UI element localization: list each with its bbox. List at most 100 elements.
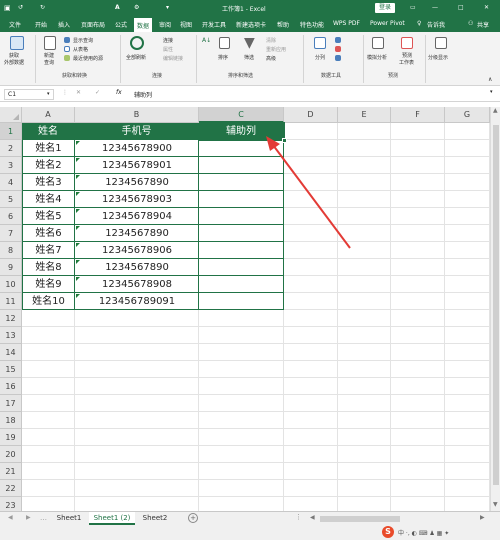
status-bar: S 中 ·, ◐ ⌨ ♟ ▦ ✦: [0, 525, 500, 540]
title-bar: ▣ ↺ ↻ A ⚙ ▾ 工作簿1 - Excel 登录 ▭ — □ ✕: [0, 0, 500, 17]
formula-input[interactable]: 辅助列: [130, 89, 488, 100]
tab-review[interactable]: 审阅: [159, 20, 171, 29]
new-query-label1: 新建: [44, 53, 55, 59]
arrow-head: [266, 136, 280, 151]
clear-filter-item[interactable]: 清除: [266, 37, 276, 44]
flash-fill-icon[interactable]: [335, 37, 341, 43]
outline-label: 分级显示: [428, 55, 449, 61]
external-data-label: 外部数据: [4, 60, 25, 66]
data-validation-icon[interactable]: [335, 55, 341, 61]
edit-links-item[interactable]: 编辑链接: [163, 55, 183, 62]
what-if-label: 模拟分析: [367, 55, 388, 61]
annotation-arrow: [266, 136, 351, 249]
enter-icon[interactable]: ✓: [95, 89, 100, 96]
table-icon: [64, 46, 70, 52]
undo-icon[interactable]: ↺: [18, 4, 23, 11]
properties-item[interactable]: 属性: [163, 46, 173, 53]
recent-sources-label: 最近使用的源: [73, 56, 104, 62]
name-box-dropdown-icon[interactable]: ▾: [47, 91, 50, 97]
tell-me-search[interactable]: 告诉我: [427, 20, 445, 29]
forecast-label1: 预测: [402, 53, 413, 59]
ribbon-tabs: 文件 开始 插入 页面布局 公式 数据 审阅 视图 开发工具 新建选项卡 帮助 …: [0, 17, 500, 32]
sheet-tab-sheet1[interactable]: Sheet1: [50, 512, 88, 525]
more-sheets-icon[interactable]: …: [40, 514, 47, 522]
split-label: 分列: [315, 55, 326, 61]
refresh-icon: [130, 36, 144, 50]
new-query-label2: 查询: [44, 60, 55, 66]
horizontal-scrollbar[interactable]: ◀ ▶: [310, 514, 488, 523]
ribbon-separator: [303, 35, 304, 83]
database-icon: [10, 36, 24, 50]
ribbon-separator: [35, 35, 36, 83]
add-sheet-button[interactable]: +: [188, 513, 198, 523]
prev-sheet-icon[interactable]: ◀: [8, 514, 13, 521]
show-queries-icon: [64, 37, 70, 43]
lightbulb-icon: ♀: [417, 20, 422, 27]
formula-bar: C1 ▾ ⋮ ✕ ✓ fx 辅助列 ▾: [0, 86, 500, 102]
next-sheet-icon[interactable]: ▶: [26, 514, 31, 521]
collapse-ribbon-icon[interactable]: ∧: [488, 76, 492, 83]
scroll-thumb[interactable]: [493, 125, 499, 485]
connections-item[interactable]: 连接: [163, 37, 173, 44]
spreadsheet-grid[interactable]: ABCDEFG 1 2 3 4 5 6 7 8 9 10 11 12 13 14 15 16 17 18 19 20 2…: [0, 107, 490, 514]
group-data-tools: 数据工具: [321, 73, 342, 79]
scroll-down-icon[interactable]: ▼: [493, 501, 498, 508]
minimize-icon[interactable]: —: [432, 4, 438, 11]
what-if-icon: [372, 37, 384, 49]
tab-data[interactable]: 数据: [134, 18, 153, 32]
login-button[interactable]: 登录: [375, 3, 395, 13]
tab-view[interactable]: 视图: [180, 20, 192, 29]
sort-icon: [219, 37, 230, 49]
recent-sources-icon: [64, 55, 70, 61]
tab-page-layout[interactable]: 页面布局: [81, 20, 105, 29]
tab-formulas[interactable]: 公式: [115, 20, 127, 29]
scroll-left-icon[interactable]: ◀: [310, 514, 315, 521]
close-icon[interactable]: ✕: [484, 4, 489, 11]
share-icon: ⚇: [468, 20, 474, 27]
hscroll-thumb[interactable]: [320, 516, 400, 522]
sheet-tab-sheet2[interactable]: Sheet2: [136, 512, 174, 525]
scroll-up-icon[interactable]: ▲: [493, 107, 498, 114]
ime-tray-icons: 中 ·, ◐ ⌨ ♟ ▦ ✦: [398, 530, 450, 537]
filter-label: 筛选: [244, 55, 255, 61]
arrow-line: [272, 144, 351, 249]
sort-label: 排序: [218, 55, 229, 61]
tab-help[interactable]: 帮助: [277, 20, 289, 29]
group-forecast: 预测: [388, 73, 399, 79]
sheet-tab-sheet1-2[interactable]: Sheet1 (2): [89, 512, 135, 525]
tab-file[interactable]: 文件: [9, 20, 21, 29]
redo-icon[interactable]: ↻: [40, 4, 45, 11]
sheet-splitter-icon[interactable]: ⋮: [295, 513, 302, 521]
advanced-filter-item[interactable]: 高级: [266, 55, 276, 62]
tab-wps-pdf[interactable]: WPS PDF: [333, 20, 360, 27]
save-icon[interactable]: ▣: [4, 4, 11, 12]
group-get-transform: 获取和转换: [62, 73, 88, 79]
settings-icon[interactable]: ⚙: [134, 4, 139, 11]
ribbon-separator: [120, 35, 121, 83]
share-button[interactable]: 共享: [477, 20, 489, 29]
remove-duplicates-icon[interactable]: [335, 46, 341, 52]
expand-formula-icon[interactable]: ▾: [490, 89, 493, 95]
tab-home[interactable]: 开始: [35, 20, 47, 29]
cancel-icon[interactable]: ✕: [76, 89, 81, 96]
ribbon-separator: [196, 35, 197, 83]
customize-qat-icon[interactable]: ▾: [166, 4, 169, 11]
sogou-s-icon[interactable]: S: [382, 526, 394, 538]
scroll-right-icon[interactable]: ▶: [480, 514, 485, 521]
insert-function-button[interactable]: fx: [116, 89, 122, 96]
tab-features[interactable]: 特色功能: [300, 20, 324, 29]
forecast-label2: 工作表: [399, 60, 415, 66]
name-box[interactable]: C1 ▾: [4, 89, 54, 100]
tab-power-pivot[interactable]: Power Pivot: [370, 20, 405, 27]
window-title: 工作簿1 - Excel: [222, 6, 266, 13]
sort-az-icon: A↓: [202, 37, 212, 44]
reapply-item[interactable]: 重新应用: [266, 46, 286, 53]
tab-developer[interactable]: 开发工具: [202, 20, 226, 29]
ribbon-display-icon[interactable]: ▭: [410, 4, 416, 11]
font-color-icon[interactable]: A: [115, 4, 120, 11]
tab-insert[interactable]: 插入: [58, 20, 70, 29]
tab-new-tab[interactable]: 新建选项卡: [236, 20, 266, 29]
vertical-scrollbar[interactable]: ▲ ▼: [490, 107, 500, 511]
sheet-tab-bar: ◀ ▶ … Sheet1 Sheet1 (2) Sheet2 + ⋮ ◀ ▶: [0, 511, 500, 525]
maximize-icon[interactable]: □: [458, 4, 464, 11]
